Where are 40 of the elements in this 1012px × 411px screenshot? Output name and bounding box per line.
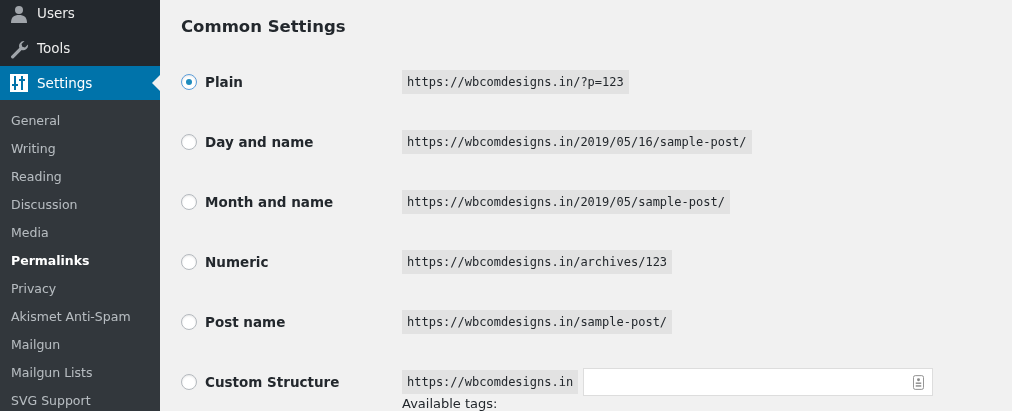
contact-card-icon[interactable]: [913, 374, 925, 390]
user-icon: [9, 3, 29, 24]
option-label: Numeric: [205, 252, 269, 272]
submenu-item[interactable]: Mailgun: [0, 331, 160, 359]
menu-item[interactable]: Users: [0, 0, 160, 31]
submenu-item[interactable]: Permalinks: [0, 247, 160, 275]
url-example: https://wbcomdesigns.in/sample-post/: [402, 310, 673, 334]
url-example: https://wbcomdesigns.in: [402, 370, 579, 394]
submenu-item[interactable]: SVG Support: [0, 387, 160, 411]
submenu-item[interactable]: Privacy: [0, 275, 160, 303]
submenu-item[interactable]: Media: [0, 219, 160, 247]
radio-button[interactable]: [181, 254, 197, 270]
wrench-icon: [9, 38, 29, 59]
radio-button[interactable]: [181, 134, 197, 150]
menu-item[interactable]: Settings: [0, 66, 160, 100]
section-title: Common Settings: [181, 16, 347, 38]
url-example: https://wbcomdesigns.in/2019/05/16/sample-post/: [402, 130, 752, 154]
submenu-item[interactable]: General: [0, 107, 160, 135]
menu-item[interactable]: Tools: [0, 31, 160, 66]
radio-button[interactable]: [181, 194, 197, 210]
url-example: https://wbcomdesigns.in/?p=123: [402, 70, 629, 94]
submenu-item[interactable]: Writing: [0, 135, 160, 163]
available-tags-label: Available tags:: [402, 397, 498, 411]
option-label: Plain: [205, 72, 243, 92]
radio-button[interactable]: [181, 74, 197, 90]
submenu-item[interactable]: Mailgun Lists: [0, 359, 160, 387]
structure-input-field[interactable]: [583, 368, 934, 396]
url-example: https://wbcomdesigns.in/archives/123: [402, 250, 673, 274]
option-label: Day and name: [205, 132, 314, 152]
url-example: https://wbcomdesigns.in/2019/05/sample-post/: [402, 190, 730, 214]
sliders-icon: [9, 73, 29, 93]
option-label: Month and name: [205, 192, 334, 212]
submenu-item[interactable]: Akismet Anti-Spam: [0, 303, 160, 331]
submenu-item[interactable]: Discussion: [0, 191, 160, 219]
submenu-item[interactable]: Reading: [0, 163, 160, 191]
radio-button[interactable]: [181, 374, 197, 390]
radio-button[interactable]: [181, 314, 197, 330]
current-pointer-icon: [152, 75, 160, 91]
option-label: Custom Structure: [205, 372, 340, 392]
option-label: Post name: [205, 312, 286, 332]
